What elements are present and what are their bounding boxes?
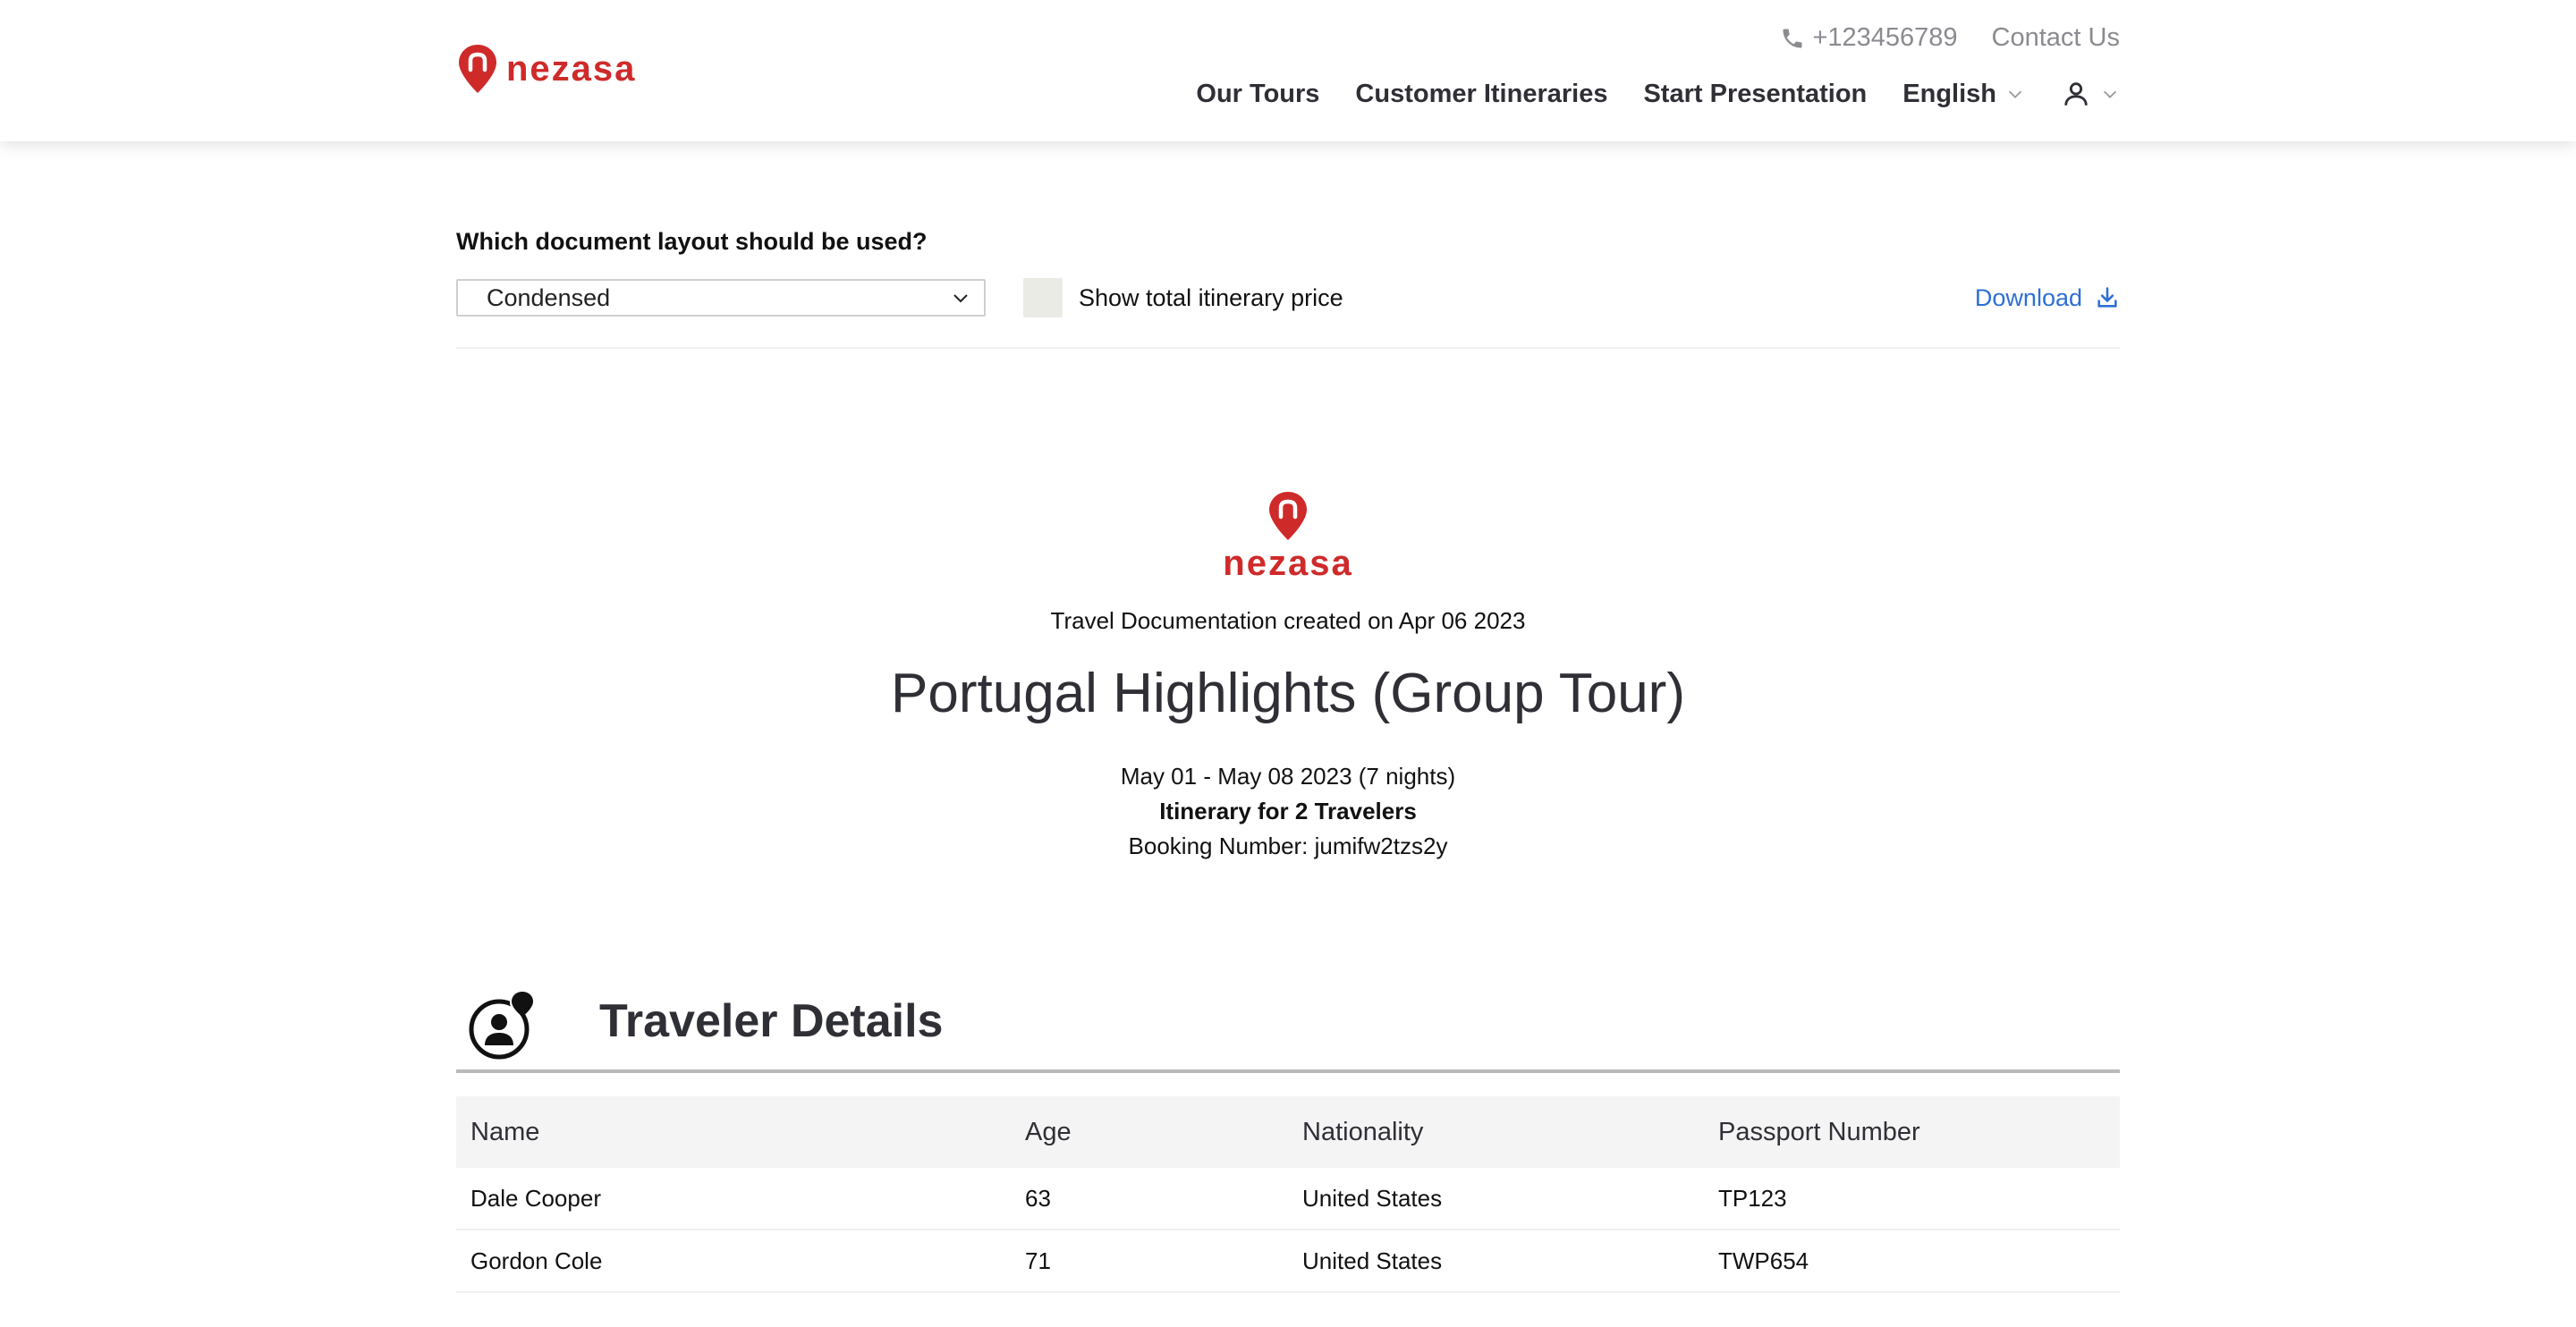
- trip-dates: May 01 - May 08 2023 (7 nights): [1120, 763, 1456, 790]
- cell-passport: TWP654: [1718, 1247, 1809, 1274]
- nav-start-presentation[interactable]: Start Presentation: [1643, 80, 1867, 109]
- site-header: nezasa +123456789 Contact Us Our Tours C…: [0, 0, 2576, 141]
- layout-select[interactable]: Condensed: [456, 279, 986, 317]
- phone-text: +123456789: [1812, 23, 1958, 52]
- language-label: English: [1902, 79, 1996, 108]
- contact-us-link[interactable]: Contact Us: [1992, 23, 2120, 53]
- options-divider: [456, 347, 2120, 349]
- table-header-row: Name Age Nationality Passport Number: [456, 1096, 2120, 1168]
- cell-name: Dale Cooper: [470, 1184, 601, 1212]
- nezasa-pin-icon: [459, 45, 496, 93]
- document-brand-name: nezasa: [1223, 544, 1353, 583]
- cell-passport: TP123: [1718, 1184, 1787, 1212]
- column-header-name: Name: [470, 1117, 540, 1146]
- cell-age: 71: [1025, 1247, 1051, 1274]
- chevron-down-icon: [953, 294, 968, 303]
- nezasa-pin-icon: [1268, 492, 1307, 540]
- user-menu[interactable]: [2061, 79, 2120, 109]
- layout-select-value: Condensed: [487, 283, 611, 311]
- show-price-checkbox[interactable]: [1023, 278, 1063, 317]
- traveler-details-header: Traveler Details: [456, 987, 2120, 1073]
- traveler-icon: [469, 990, 535, 1060]
- column-header-nationality: Nationality: [1302, 1117, 1424, 1146]
- traveler-table: Name Age Nationality Passport Number Dal…: [456, 1096, 2120, 1293]
- chevron-down-icon: [2008, 90, 2022, 98]
- column-header-age: Age: [1025, 1117, 1072, 1146]
- brand-name: nezasa: [506, 48, 637, 89]
- travelers-count: Itinerary for 2 Travelers: [1159, 798, 1417, 824]
- page-title: Portugal Highlights (Group Tour): [891, 663, 1685, 724]
- top-contact-bar: +123456789 Contact Us: [1780, 23, 2120, 53]
- language-selector[interactable]: English: [1902, 80, 2025, 109]
- booking-number: Booking Number: jumifw2tzs2y: [1128, 833, 1448, 859]
- cell-nationality: United States: [1302, 1247, 1443, 1274]
- main-nav: Our Tours Customer Itineraries Start Pre…: [1196, 79, 2120, 109]
- layout-question: Which document layout should be used?: [456, 228, 928, 255]
- table-row: Gordon Cole 71 United States TWP654: [456, 1230, 2120, 1293]
- download-icon: [2097, 287, 2117, 308]
- document-header: nezasa Travel Documentation created on A…: [0, 490, 2576, 864]
- column-header-passport: Passport Number: [1718, 1117, 1920, 1146]
- cell-nationality: United States: [1302, 1184, 1443, 1212]
- chevron-down-icon: [2103, 90, 2117, 98]
- section-title: Traveler Details: [599, 995, 944, 1047]
- user-icon: [2064, 82, 2088, 106]
- cell-name: Gordon Cole: [470, 1247, 603, 1274]
- download-button[interactable]: Download: [1975, 284, 2120, 312]
- brand-logo[interactable]: nezasa: [456, 43, 636, 95]
- options-row: Condensed Show total itinerary price Dow…: [456, 278, 2120, 317]
- document-logo: nezasa: [1223, 490, 1352, 584]
- download-label: Download: [1974, 283, 2082, 311]
- show-price-label: Show total itinerary price: [1079, 283, 1343, 311]
- cell-age: 63: [1025, 1184, 1051, 1212]
- phone-number[interactable]: +123456789: [1780, 23, 1958, 53]
- nav-customer-itineraries[interactable]: Customer Itineraries: [1355, 80, 1607, 109]
- phone-icon: [1783, 29, 1802, 47]
- nav-our-tours[interactable]: Our Tours: [1196, 80, 1319, 109]
- table-row: Dale Cooper 63 United States TP123: [456, 1168, 2120, 1230]
- created-date: Travel Documentation created on Apr 06 2…: [1050, 607, 1526, 634]
- document-options: Which document layout should be used? Co…: [456, 228, 2120, 317]
